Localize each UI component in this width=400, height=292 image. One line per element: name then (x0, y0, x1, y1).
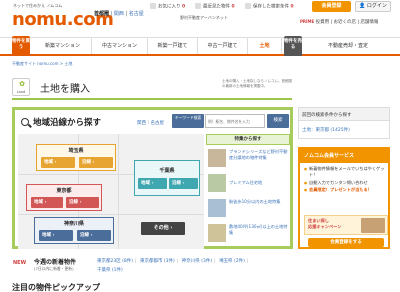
search-panel-title: 地域沿線から探す (33, 118, 102, 128)
keyword-search-button[interactable]: 検索 (267, 114, 289, 128)
mini-nav-nearby[interactable]: お近くの店 (334, 20, 357, 25)
main-nav: 物件を買う 新築マンション 中古マンション 新築一戸建て 中古一戸建て 土地 物… (0, 36, 400, 56)
area-map: 埼玉県 地域 › 沿線 › 千葉県 地域 › 沿線 › 東京都 地域 › 沿線 … (18, 134, 204, 249)
kanagawa-line-button[interactable]: 沿線 › (77, 230, 111, 241)
sprout-icon: ✿ (19, 80, 25, 88)
user-icon: 👤 (359, 3, 366, 9)
pref-kanagawa: 神奈川県 地域 › 沿線 › (34, 217, 114, 244)
prime-label: PRIME (300, 19, 315, 24)
member-benefits: 新着物件情報をメールでいちはやくゲット！ 自動入力でカンタン問い合わせ 会員限定… (304, 166, 388, 195)
new-link-chiba[interactable]: 千葉県 (1件) (97, 268, 123, 273)
feature-thumbnail (208, 174, 226, 192)
pref-tokyo: 東京都 地域 › 沿線 › (26, 184, 102, 211)
recent-count: 0 (231, 4, 235, 10)
area-line-search-panel: 地域沿線から探す 関西｜名古屋 キーワード検索 検索 埼玉県 地域 › 沿線 ›… (12, 107, 293, 249)
new-listings-subtitle: (7日以内に新着・更新) (34, 266, 74, 271)
campaign-image (361, 218, 385, 233)
previous-search-title: 前回の検索条件から探す (298, 107, 390, 121)
mini-nav-shops[interactable]: 店舗情報 (360, 20, 378, 25)
saitama-area-button[interactable]: 地域 › (41, 157, 75, 168)
benefit-item: 会員限定！プレゼントが当たる！ (304, 187, 388, 193)
saved-search-counter[interactable]: 保存した検索条件 0 (245, 3, 294, 10)
region-links[interactable]: 関西｜名古屋 (137, 120, 164, 126)
page-description: 土地の購入・土地探しならノムコム。首都圏の最新の土地情報を掲載中。 (222, 79, 292, 88)
new-link-kanagawa[interactable]: 神奈川県 (3件) (182, 259, 212, 264)
feature-list: 特集から探す ブランドシリーズなど野村不動産分譲地の物件特集 プレミアム住宅地 … (206, 134, 290, 249)
nav-land[interactable]: 土地 (248, 38, 282, 54)
feature-thumbnail (208, 149, 226, 167)
feature-item[interactable]: 敷地40坪(130㎡)以上の土地特集 (208, 222, 290, 246)
nav-used-mansion[interactable]: 中古マンション (92, 38, 148, 54)
pref-tokyo-name: 東京都 (56, 188, 72, 194)
campaign-text: 住まい探し 応援キャンペーン (308, 218, 342, 229)
area-current: 首都圏 (94, 11, 110, 17)
new-link-tokyo23[interactable]: 東京都23区 (8件) (97, 259, 133, 264)
pickup-title: 注目の物件ピックアップ (12, 283, 100, 292)
campaign-banner[interactable]: 住まい探し 応援キャンペーン (304, 215, 388, 235)
feature-item[interactable]: 駅徒歩10分以内の土地特集 (208, 197, 290, 221)
new-link-tokyo-cities[interactable]: 東京都都市 (3件) (140, 259, 175, 264)
magnifier-icon (245, 3, 251, 9)
pref-chiba-name: 千葉県 (159, 168, 175, 174)
kanagawa-area-button[interactable]: 地域 › (39, 230, 73, 241)
nav-used-house[interactable]: 中古一戸建て (198, 38, 248, 54)
pref-kanagawa-name: 神奈川県 (63, 221, 84, 227)
search-icon (21, 118, 29, 126)
nav-new-mansion[interactable]: 新築マンション (34, 38, 92, 54)
nav-buy-label[interactable]: 物件を買う (12, 36, 30, 56)
nav-new-house[interactable]: 新築一戸建て (148, 38, 198, 54)
feature-item[interactable]: ブランドシリーズなど野村不動産分譲地の物件特集 (208, 147, 290, 171)
area-switcher: 首都圏 | 関西 | 名古屋 (94, 11, 144, 17)
pref-chiba: 千葉県 地域 › 沿線 › (134, 160, 200, 196)
breadcrumb[interactable]: 不動産サイト nomu.com > 土地 (12, 61, 72, 67)
favorites-count: 0 (181, 4, 186, 10)
member-service-title: ノムコム会員サービス (300, 149, 388, 163)
page-title: 土地を購入 (40, 84, 90, 95)
tokyo-line-button[interactable]: 沿線 › (66, 197, 99, 208)
keyword-search-input[interactable] (205, 114, 265, 128)
member-service-box: ノムコム会員サービス 新着物件情報をメールでいちはやくゲット！ 自動入力でカンタ… (298, 147, 390, 249)
nav-sell-label[interactable]: 物件を売る (284, 36, 302, 56)
new-listings-links: 東京都23区 (8件) | 東京都都市 (3件) | 神奈川県 (3件) | 埼玉県 … (97, 259, 249, 273)
tokyo-area-button[interactable]: 地域 › (31, 197, 63, 208)
previous-search-link[interactable]: 土地：東京都 (1425件) (298, 121, 390, 139)
member-register-button[interactable]: 会員登録をする (308, 238, 384, 247)
keyword-search-label: キーワード検索 (172, 114, 204, 128)
favorites-counter[interactable]: お気に入り 0 (150, 3, 185, 10)
nav-sell-appraisal[interactable]: 不動産売却・査定 (304, 38, 392, 54)
other-area-button[interactable]: その他 › (141, 222, 185, 235)
new-badge: NEW (13, 260, 27, 266)
heart-icon (150, 3, 156, 9)
new-listings-title: 今週の新着物件 (34, 259, 77, 266)
company-tagline: 野村不動産アーバンネット (180, 15, 228, 20)
saitama-line-button[interactable]: 沿線 › (79, 157, 113, 168)
page-header: ✿ Land 土地を購入 土地の購入・土地探しならノムコム。首都圏の最新の土地情… (12, 76, 292, 100)
area-link-kansai[interactable]: 関西 (114, 11, 124, 17)
chiba-area-button[interactable]: 地域 › (138, 178, 167, 189)
mini-nav-investment[interactable]: 投資用 (316, 20, 330, 25)
benefit-item: 新着物件情報をメールでいちはやくゲット！ (304, 166, 388, 178)
feature-thumbnail (208, 224, 226, 242)
login-button[interactable]: 👤 ログイン (355, 1, 391, 12)
pref-saitama-name: 埼玉県 (68, 148, 84, 154)
feature-thumbnail (208, 199, 226, 217)
new-link-saitama[interactable]: 埼玉県 (2件) (219, 259, 245, 264)
header: ネットで住みかえ ノムコム nomu.com 首都圏 | 関西 | 名古屋 お気… (0, 0, 400, 38)
feature-list-title: 特集から探す (206, 134, 290, 145)
pref-saitama: 埼玉県 地域 › 沿線 › (36, 144, 116, 171)
register-button[interactable]: 会員登録 (312, 1, 351, 12)
mini-nav: PRIME 投資用 | お近くの店 | 店舗情報 (300, 19, 379, 25)
benefit-item: 自動入力でカンタン問い合わせ (304, 180, 388, 186)
feature-item[interactable]: プレミアム住宅地 (208, 172, 290, 196)
saved-search-count: 0 (290, 4, 294, 10)
area-link-nagoya[interactable]: 名古屋 (129, 11, 144, 17)
recent-counter[interactable]: 最近見た物件 0 (195, 3, 235, 10)
land-icon: ✿ Land (12, 78, 30, 96)
chiba-line-button[interactable]: 沿線 › (169, 178, 198, 189)
clock-icon (195, 3, 201, 9)
